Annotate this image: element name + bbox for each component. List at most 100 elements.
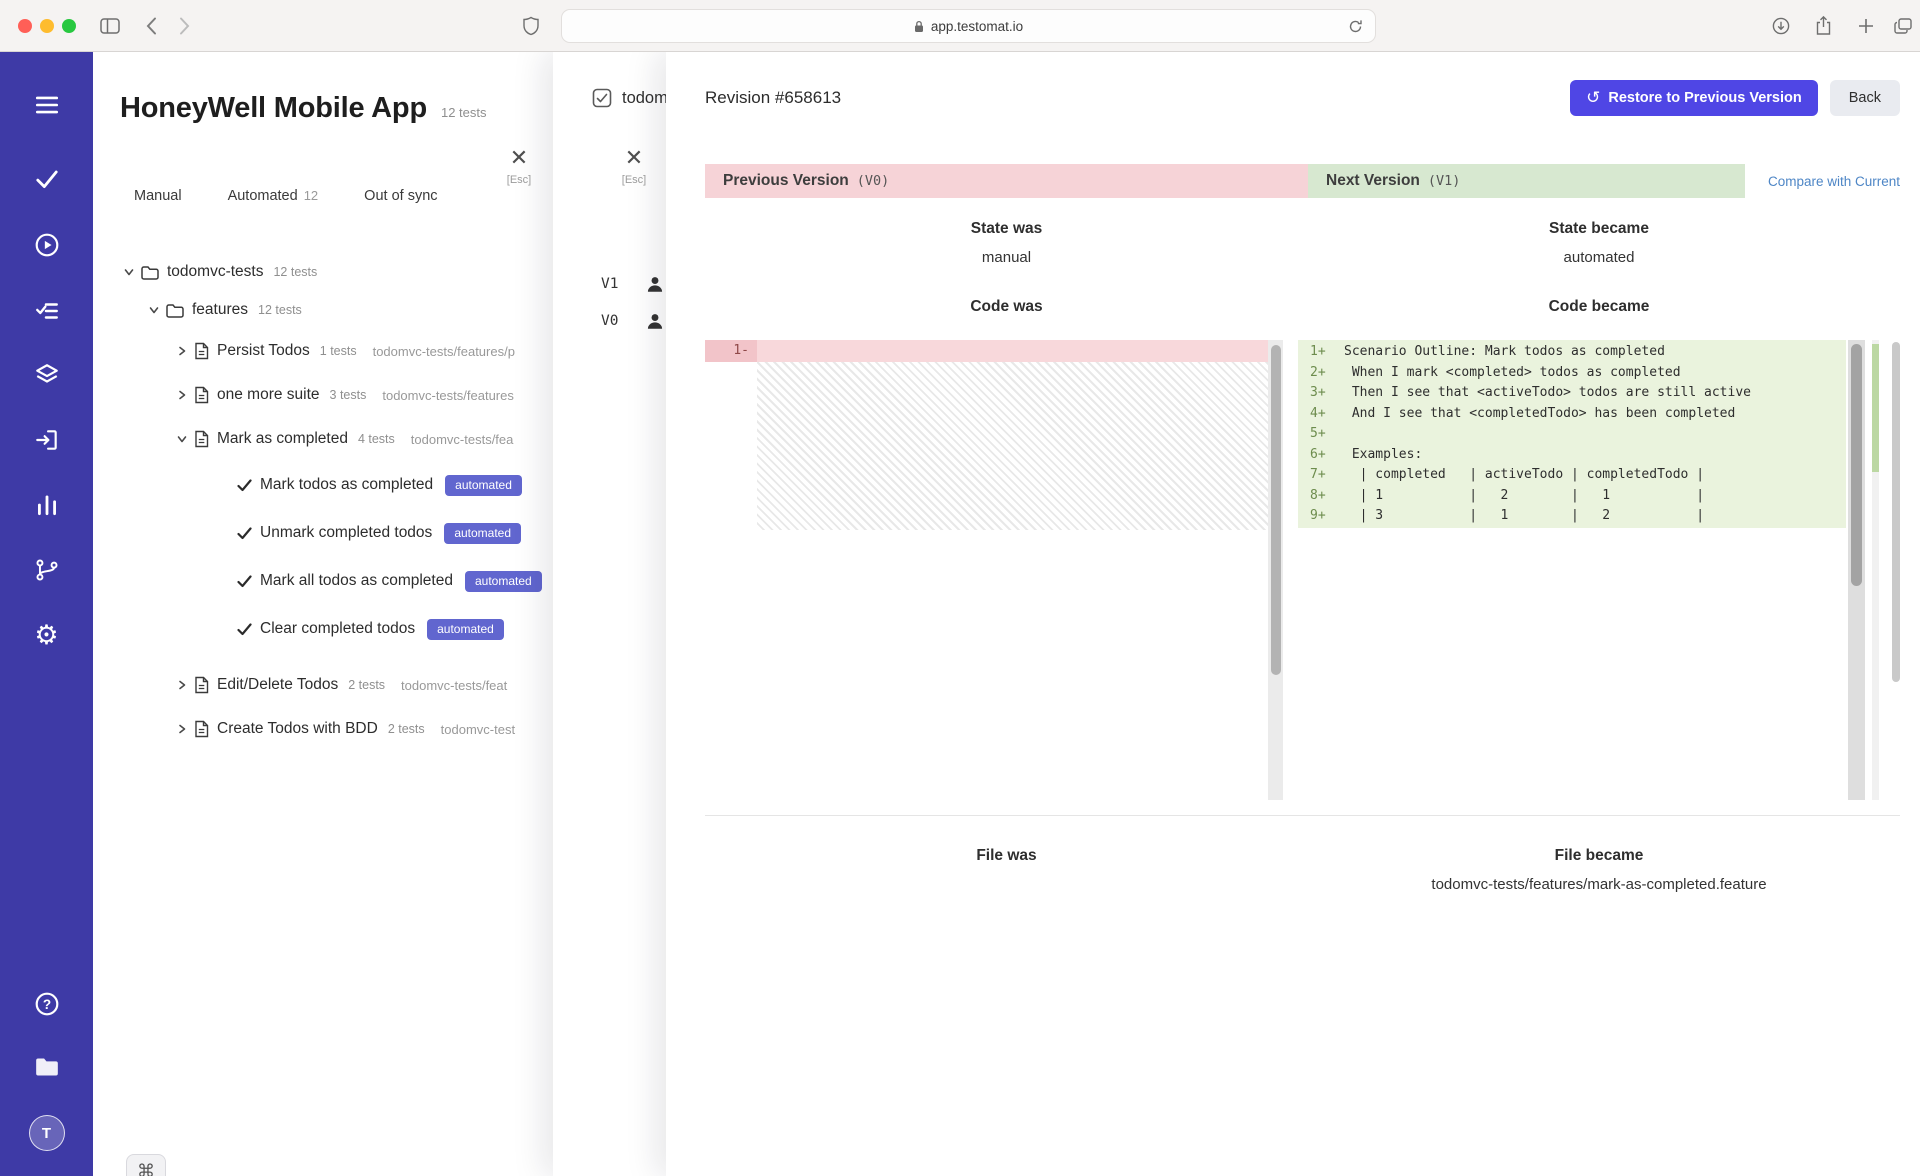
file-became-value: todomvc-tests/features/mark-as-completed… bbox=[1431, 876, 1767, 893]
revision-diff-drawer: Revision #658613 ↺ Restore to Previous V… bbox=[666, 52, 1920, 1176]
previous-version-header: Previous Version (V0) bbox=[705, 164, 1308, 198]
added-line: 4+ And I see that <completedTodo> has be… bbox=[1298, 404, 1846, 425]
test-plans-icon[interactable] bbox=[0, 298, 93, 324]
forward-button-icon[interactable] bbox=[179, 17, 190, 35]
drawer-scrollbar-thumb[interactable] bbox=[1892, 342, 1900, 682]
zoom-window-button[interactable] bbox=[62, 19, 76, 33]
compare-with-current-link[interactable]: Compare with Current bbox=[1768, 174, 1900, 189]
line-gutter: 4+ bbox=[1310, 405, 1326, 421]
check-icon bbox=[237, 527, 252, 540]
file-icon bbox=[194, 342, 209, 360]
user-avatar[interactable]: T bbox=[0, 1115, 93, 1151]
project-tests-count: 12 tests bbox=[440, 105, 487, 120]
status-badge: automated bbox=[464, 570, 542, 592]
tab-count: 12 bbox=[303, 188, 319, 203]
tab-out-of-sync[interactable]: Out of sync bbox=[364, 188, 437, 204]
revision-item[interactable]: V0 bbox=[601, 302, 665, 339]
new-tab-icon[interactable] bbox=[1858, 18, 1874, 34]
settings-gear-icon[interactable]: ⚙ bbox=[0, 622, 93, 649]
command-shortcut-button[interactable]: ⌘ bbox=[126, 1154, 166, 1176]
line-text: | 3 | 1 | 2 | bbox=[1344, 508, 1705, 523]
chevron-right-icon[interactable] bbox=[176, 680, 188, 690]
share-icon[interactable] bbox=[1815, 15, 1832, 36]
tab-overview-icon[interactable] bbox=[1894, 18, 1912, 34]
user-icon bbox=[645, 311, 665, 331]
line-gutter: 6+ bbox=[1310, 446, 1326, 462]
tab-manual[interactable]: Manual bbox=[134, 188, 182, 204]
revision-list: V1 V0 bbox=[601, 265, 665, 339]
address-bar[interactable]: app.testomat.io bbox=[561, 9, 1376, 43]
scrollbar-thumb[interactable] bbox=[1270, 345, 1281, 675]
file-icon bbox=[194, 720, 209, 738]
removed-line-gutter: 1- bbox=[705, 340, 757, 362]
chevron-down-icon[interactable] bbox=[176, 434, 188, 444]
back-button-icon[interactable] bbox=[146, 17, 157, 35]
line-text: | completed | activeTodo | completedTodo… bbox=[1344, 467, 1705, 482]
line-gutter: 1+ bbox=[1310, 344, 1326, 359]
revision-item[interactable]: V1 bbox=[601, 265, 665, 302]
import-icon[interactable] bbox=[0, 427, 93, 453]
added-line: 3+ Then I see that <activeTodo> todos ar… bbox=[1298, 383, 1846, 404]
close-window-button[interactable] bbox=[18, 19, 32, 33]
analytics-icon[interactable] bbox=[0, 492, 93, 518]
checkbox-icon bbox=[592, 88, 612, 108]
restore-previous-version-button[interactable]: ↺ Restore to Previous Version bbox=[1570, 80, 1818, 116]
status-badge: automated bbox=[444, 522, 522, 544]
projects-folder-icon[interactable] bbox=[0, 1055, 93, 1079]
check-icon bbox=[237, 479, 252, 492]
minimize-window-button[interactable] bbox=[40, 19, 54, 33]
esc-hint: [Esc] bbox=[506, 174, 532, 186]
chevron-down-icon[interactable] bbox=[123, 267, 135, 277]
close-icon: ✕ bbox=[509, 145, 529, 170]
chevron-right-icon[interactable] bbox=[176, 724, 188, 734]
suite-label: Edit/Delete Todos bbox=[217, 676, 339, 693]
removed-line: 1- bbox=[705, 340, 1268, 362]
close-diff-drawer-button[interactable]: ✕ [Esc] bbox=[612, 146, 656, 187]
close-test-drawer-button[interactable]: ✕ [Esc] bbox=[497, 145, 541, 187]
revision-header: Revision #658613 ↺ Restore to Previous V… bbox=[705, 78, 1900, 118]
suite-count: 4 tests bbox=[357, 432, 395, 446]
test-label: Mark todos as completed bbox=[260, 476, 434, 493]
folder-count: 12 tests bbox=[258, 303, 302, 317]
test-detail-header: todom bbox=[592, 88, 668, 108]
browser-toolbar: app.testomat.io bbox=[0, 0, 1920, 52]
code-became-scrollbar[interactable] bbox=[1848, 340, 1865, 800]
test-detail-title: todom bbox=[622, 88, 668, 107]
file-icon bbox=[194, 386, 209, 404]
esc-hint: [Esc] bbox=[621, 174, 647, 186]
added-line: 8+ | 1 | 2 | 1 | bbox=[1298, 486, 1846, 507]
tests-icon[interactable] bbox=[0, 166, 93, 192]
file-became-label: File became bbox=[1554, 847, 1644, 864]
line-text: And I see that <completedTodo> has been … bbox=[1344, 405, 1736, 421]
suite-label: Mark as completed bbox=[217, 430, 348, 447]
line-gutter: 3+ bbox=[1310, 385, 1326, 400]
app-sidebar: ⚙ ? T bbox=[0, 52, 93, 1176]
tab-automated[interactable]: Automated 12 bbox=[228, 188, 319, 204]
chevron-right-icon[interactable] bbox=[176, 390, 188, 400]
scrollbar-thumb[interactable] bbox=[1851, 344, 1862, 586]
page-title: HoneyWell Mobile App bbox=[120, 92, 427, 124]
empty-content-hatch bbox=[757, 362, 1268, 530]
code-was-scrollbar[interactable] bbox=[1268, 340, 1283, 800]
help-icon[interactable]: ? bbox=[0, 991, 93, 1017]
layers-icon[interactable] bbox=[0, 362, 93, 388]
added-region-mark bbox=[1872, 344, 1879, 472]
downloads-icon[interactable] bbox=[1772, 17, 1790, 35]
privacy-shield-icon[interactable] bbox=[523, 16, 539, 36]
branch-icon[interactable] bbox=[0, 557, 93, 583]
back-button[interactable]: Back bbox=[1829, 80, 1900, 116]
reload-icon[interactable] bbox=[1348, 19, 1363, 34]
suite-count: 3 tests bbox=[329, 388, 367, 402]
chevron-right-icon[interactable] bbox=[176, 346, 188, 356]
chevron-down-icon[interactable] bbox=[148, 305, 160, 315]
previous-version-label: Previous Version bbox=[723, 172, 849, 189]
sidebar-toggle-icon[interactable] bbox=[100, 18, 120, 34]
menu-icon[interactable] bbox=[0, 92, 93, 118]
suite-count: 2 tests bbox=[348, 678, 386, 692]
runs-icon[interactable] bbox=[0, 232, 93, 258]
folder-label: todomvc-tests bbox=[167, 263, 264, 280]
folder-count: 12 tests bbox=[273, 265, 318, 279]
lock-icon bbox=[914, 20, 924, 33]
diff-column-headers: Previous Version (V0) Next Version (V1) … bbox=[705, 164, 1900, 198]
revision-title: Revision #658613 bbox=[705, 88, 842, 107]
